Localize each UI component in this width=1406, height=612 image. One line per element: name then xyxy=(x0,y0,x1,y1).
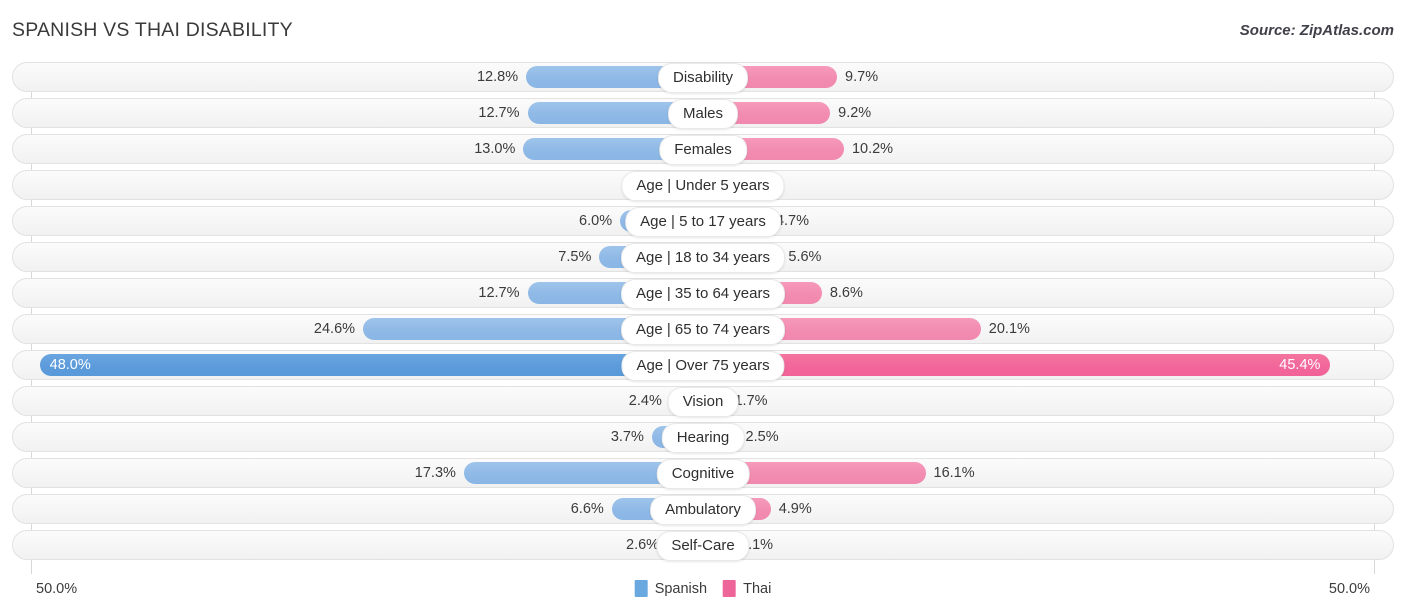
chart-row: 24.6% 20.1% Age | 65 to 74 years xyxy=(0,314,1406,345)
bar-thai xyxy=(703,354,1331,376)
axis-label-max: 50.0% xyxy=(1328,581,1370,597)
value-label-thai: 4.9% xyxy=(778,501,812,517)
chart-header: SPANISH VS THAI DISABILITY Source: ZipAt… xyxy=(0,0,1406,62)
row-category-label: Age | 5 to 17 years xyxy=(625,207,781,237)
chart-row: 17.3% 16.1% Cognitive xyxy=(0,458,1406,489)
legend-label: Spanish xyxy=(654,580,708,597)
value-label-thai: 1.7% xyxy=(734,393,768,409)
value-label-spanish: 13.0% xyxy=(474,141,516,157)
legend-item[interactable]: Thai xyxy=(723,580,771,597)
row-category-label: Age | 18 to 34 years xyxy=(621,243,785,273)
chart-row: 7.5% 5.6% Age | 18 to 34 years xyxy=(0,242,1406,273)
value-label-thai: 20.1% xyxy=(988,321,1030,337)
value-label-spanish: 6.0% xyxy=(579,213,613,229)
value-label-spanish: 2.6% xyxy=(626,537,660,553)
legend-label: Thai xyxy=(743,580,772,597)
row-category-label: Self-Care xyxy=(656,531,750,561)
value-label-thai: 5.6% xyxy=(788,249,822,265)
bar-spanish xyxy=(39,354,703,376)
value-label-thai: 10.2% xyxy=(851,141,894,157)
row-category-label: Females xyxy=(659,135,747,165)
diverging-bar-chart: 12.8% 9.7% Disability 12.7% 9.2% Males 13.0% 10… xyxy=(0,62,1406,574)
legend-item[interactable]: Spanish xyxy=(634,580,708,597)
chart-row: 6.0% 4.7% Age | 5 to 17 years xyxy=(0,206,1406,237)
value-label-spanish: 7.5% xyxy=(558,249,592,265)
chart-row: 1.4%1.1%Age | Under 5 years xyxy=(0,170,1406,201)
legend-swatch-icon xyxy=(634,580,648,597)
row-category-label: Vision xyxy=(667,387,739,417)
row-category-label: Age | 65 to 74 years xyxy=(621,315,785,345)
axis-label-min: 50.0% xyxy=(36,581,78,597)
chart-row: 3.7% 2.5% Hearing xyxy=(0,422,1406,453)
value-label-spanish: 6.6% xyxy=(570,501,604,517)
row-category-label: Age | Over 75 years xyxy=(621,351,785,381)
value-label-thai: 9.7% xyxy=(845,69,879,85)
legend-swatch-icon xyxy=(723,580,737,597)
value-label-thai: 45.4% xyxy=(1279,357,1321,373)
source-attribution: Source: ZipAtlas.com xyxy=(1239,22,1394,39)
value-label-spanish: 24.6% xyxy=(313,321,356,337)
chart-row: 12.8% 9.7% Disability xyxy=(0,62,1406,93)
chart-rows: 12.8% 9.7% Disability 12.7% 9.2% Males 13.0% 10… xyxy=(0,62,1406,566)
row-category-label: Age | Under 5 years xyxy=(621,171,785,201)
chart-row: 12.7% 9.2% Males xyxy=(0,98,1406,129)
chart-legend: Spanish Thai xyxy=(634,580,771,597)
value-label-spanish: 48.0% xyxy=(49,357,91,373)
chart-row: 2.4% 1.7% Vision xyxy=(0,386,1406,417)
value-label-spanish: 17.3% xyxy=(414,465,456,481)
row-category-label: Age | 35 to 64 years xyxy=(621,279,785,309)
chart-row: 2.6% 2.1% Self-Care xyxy=(0,530,1406,561)
value-label-spanish: 12.7% xyxy=(478,105,520,121)
value-label-thai: 16.1% xyxy=(933,465,975,481)
chart-row: 13.0% 10.2% Females xyxy=(0,134,1406,165)
value-label-spanish: 3.7% xyxy=(610,429,644,445)
value-label-spanish: 12.8% xyxy=(476,69,519,85)
value-label-thai: 8.6% xyxy=(829,285,863,301)
chart-row: 6.6% 4.9% Ambulatory xyxy=(0,494,1406,525)
value-label-thai: 4.7% xyxy=(775,213,810,229)
value-label-thai: 2.5% xyxy=(745,429,779,445)
row-category-label: Disability xyxy=(657,63,749,93)
row-category-label: Cognitive xyxy=(656,459,750,489)
row-category-label: Males xyxy=(667,99,739,129)
value-label-thai: 9.2% xyxy=(838,105,872,121)
chart-row: 48.0% 45.4% Age | Over 75 years xyxy=(0,350,1406,381)
row-category-label: Ambulatory xyxy=(650,495,756,525)
page-title: SPANISH VS THAI DISABILITY xyxy=(12,19,293,41)
value-label-spanish: 2.4% xyxy=(628,393,662,409)
chart-row: 12.7% 8.6% Age | 35 to 64 years xyxy=(0,278,1406,309)
row-category-label: Hearing xyxy=(661,423,745,453)
value-label-spanish: 12.7% xyxy=(478,285,520,301)
chart-footer: 50.0% Spanish Thai 50.0% xyxy=(0,574,1406,612)
